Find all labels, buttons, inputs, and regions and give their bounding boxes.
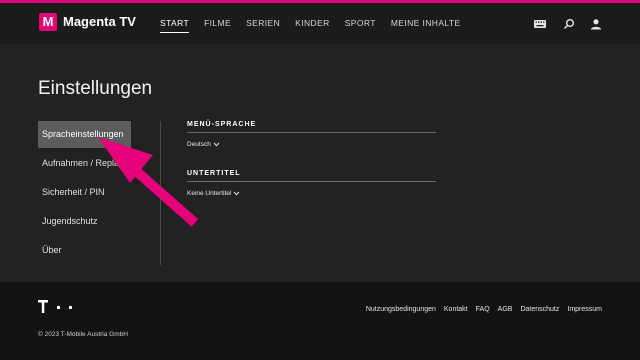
sidebar-item-aufnahmen-replay[interactable]: Aufnahmen / Replay	[38, 150, 131, 177]
subtitles-title: UNTERTITEL	[187, 170, 436, 182]
menu-language-value: Deutsch	[187, 141, 211, 148]
telekom-t-logo-icon[interactable]	[38, 300, 78, 314]
menu-language-section: MENÜ-SPRACHE Deutsch	[187, 121, 436, 151]
nav-serien[interactable]: SERIEN	[246, 18, 280, 33]
nav-sport[interactable]: SPORT	[345, 18, 376, 33]
menu-language-select[interactable]: Deutsch	[187, 141, 220, 148]
footer-link-nutzungsbedingungen[interactable]: Nutzungsbedingungen	[366, 306, 436, 313]
sidebar-item-jugendschutz[interactable]: Jugendschutz	[38, 208, 131, 235]
footer-link-faq[interactable]: FAQ	[476, 306, 490, 313]
sidebar-item-sicherheit-pin[interactable]: Sicherheit / PIN	[38, 179, 131, 206]
footer-link-datenschutz[interactable]: Datenschutz	[520, 306, 559, 313]
nav-kinder[interactable]: KINDER	[295, 18, 330, 33]
footer-link-impressum[interactable]: Impressum	[567, 306, 602, 313]
sidebar-item-spracheinstellungen[interactable]: Spracheinstellungen	[38, 121, 131, 148]
settings-sidebar: Spracheinstellungen Aufnahmen / Replay S…	[38, 121, 161, 265]
nav-meine-inhalte[interactable]: MEINE INHALTE	[391, 18, 461, 33]
chevron-down-icon	[213, 142, 220, 147]
nav-filme[interactable]: FILME	[204, 18, 231, 33]
copyright: © 2023 T-Mobile Austria GmbH	[38, 331, 128, 338]
user-icon[interactable]	[589, 17, 603, 31]
footer-link-agb[interactable]: AGB	[498, 306, 513, 313]
footer-links: Nutzungsbedingungen Kontakt FAQ AGB Date…	[366, 306, 602, 313]
subtitles-select[interactable]: Keine Untertitel	[187, 190, 240, 197]
keyboard-icon[interactable]	[533, 17, 547, 31]
header: M Magenta TV START FILME SERIEN KINDER S…	[0, 3, 640, 44]
search-icon[interactable]	[562, 17, 576, 31]
magenta-logo-icon[interactable]: M	[39, 13, 57, 31]
page-title: Einstellungen	[38, 78, 153, 99]
chevron-down-icon	[234, 191, 240, 196]
sidebar-item-ueber[interactable]: Über	[38, 237, 131, 264]
nav-start[interactable]: START	[160, 18, 190, 33]
brand-name[interactable]: Magenta TV	[63, 14, 136, 29]
subtitles-section: UNTERTITEL Keine Untertitel	[187, 170, 436, 200]
footer: Nutzungsbedingungen Kontakt FAQ AGB Date…	[0, 282, 640, 360]
subtitles-value: Keine Untertitel	[187, 190, 232, 197]
main-nav: START FILME SERIEN KINDER SPORT MEINE IN…	[160, 18, 476, 33]
menu-language-title: MENÜ-SPRACHE	[187, 121, 436, 133]
footer-link-kontakt[interactable]: Kontakt	[444, 306, 468, 313]
